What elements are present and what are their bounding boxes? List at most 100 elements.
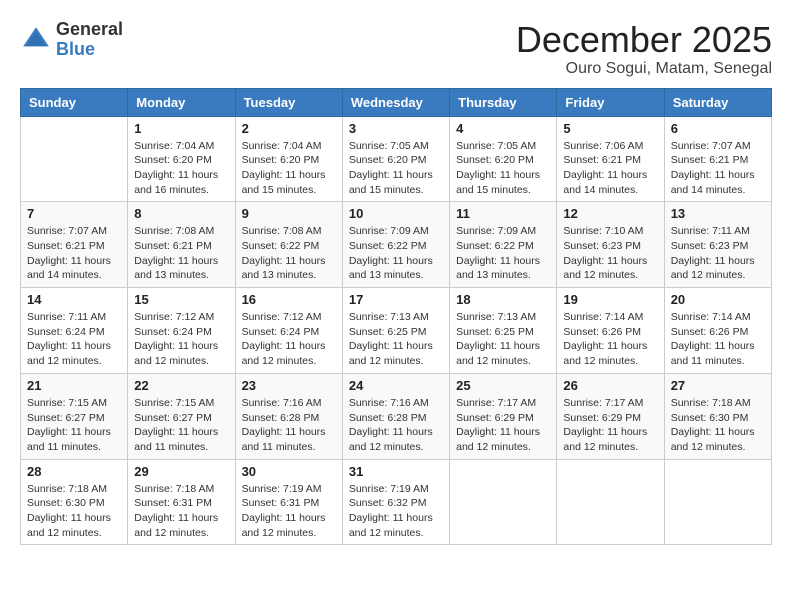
day-number: 30 (242, 464, 336, 479)
day-info: Sunrise: 7:14 AM Sunset: 6:26 PM Dayligh… (671, 310, 765, 369)
title-section: December 2025 Ouro Sogui, Matam, Senegal (516, 20, 772, 78)
day-info: Sunrise: 7:18 AM Sunset: 6:31 PM Dayligh… (134, 482, 228, 541)
day-info: Sunrise: 7:08 AM Sunset: 6:22 PM Dayligh… (242, 224, 336, 283)
day-info: Sunrise: 7:16 AM Sunset: 6:28 PM Dayligh… (242, 396, 336, 455)
table-row (21, 116, 128, 202)
day-info: Sunrise: 7:18 AM Sunset: 6:30 PM Dayligh… (27, 482, 121, 541)
table-row: 18Sunrise: 7:13 AM Sunset: 6:25 PM Dayli… (450, 288, 557, 374)
day-number: 11 (456, 206, 550, 221)
day-number: 4 (456, 121, 550, 136)
location-subtitle: Ouro Sogui, Matam, Senegal (516, 60, 772, 78)
day-number: 8 (134, 206, 228, 221)
day-number: 7 (27, 206, 121, 221)
day-info: Sunrise: 7:13 AM Sunset: 6:25 PM Dayligh… (349, 310, 443, 369)
header-wednesday: Wednesday (342, 88, 449, 116)
day-info: Sunrise: 7:17 AM Sunset: 6:29 PM Dayligh… (563, 396, 657, 455)
table-row: 8 Sunrise: 7:08 AM Sunset: 6:21 PM Daylig… (128, 202, 235, 288)
header-monday: Monday (128, 88, 235, 116)
header-friday: Friday (557, 88, 664, 116)
day-info: Sunrise: 7:11 AM Sunset: 6:24 PM Dayligh… (27, 310, 121, 369)
table-row: 14 Sunrise: 7:11 AM Sunset: 6:24 PM Dayli… (21, 288, 128, 374)
table-row: 4 Sunrise: 7:05 AM Sunset: 6:20 PM Daylig… (450, 116, 557, 202)
day-number: 10 (349, 206, 443, 221)
header-thursday: Thursday (450, 88, 557, 116)
logo-icon (20, 24, 52, 56)
table-row: 6 Sunrise: 7:07 AM Sunset: 6:21 PM Daylig… (664, 116, 771, 202)
logo-text: General Blue (56, 20, 123, 60)
table-row: 12 Sunrise: 7:10 AM Sunset: 6:23 PM Dayli… (557, 202, 664, 288)
day-number: 1 (134, 121, 228, 136)
table-row: 1 Sunrise: 7:04 AM Sunset: 6:20 PM Daylig… (128, 116, 235, 202)
table-row: 23 Sunrise: 7:16 AM Sunset: 6:28 PM Dayli… (235, 373, 342, 459)
day-number: 6 (671, 121, 765, 136)
day-number: 27 (671, 378, 765, 393)
table-row (664, 459, 771, 545)
page-header: General Blue December 2025 Ouro Sogui, M… (20, 20, 772, 78)
table-row: 17 Sunrise: 7:13 AM Sunset: 6:25 PM Dayli… (342, 288, 449, 374)
table-row: 21 Sunrise: 7:15 AM Sunset: 6:27 PM Dayli… (21, 373, 128, 459)
day-info: Sunrise: 7:09 AM Sunset: 6:22 PM Dayligh… (349, 224, 443, 283)
day-number: 2 (242, 121, 336, 136)
table-row: 30 Sunrise: 7:19 AM Sunset: 6:31 PM Dayli… (235, 459, 342, 545)
table-row: 13Sunrise: 7:11 AM Sunset: 6:23 PM Dayli… (664, 202, 771, 288)
table-row: 15Sunrise: 7:12 AM Sunset: 6:24 PM Dayli… (128, 288, 235, 374)
table-row: 5 Sunrise: 7:06 AM Sunset: 6:21 PM Daylig… (557, 116, 664, 202)
header-saturday: Saturday (664, 88, 771, 116)
table-row: 24Sunrise: 7:16 AM Sunset: 6:28 PM Dayli… (342, 373, 449, 459)
calendar-week-row: 14 Sunrise: 7:11 AM Sunset: 6:24 PM Dayli… (21, 288, 772, 374)
table-row: 29Sunrise: 7:18 AM Sunset: 6:31 PM Dayli… (128, 459, 235, 545)
day-number: 17 (349, 292, 443, 307)
header-tuesday: Tuesday (235, 88, 342, 116)
day-info: Sunrise: 7:15 AM Sunset: 6:27 PM Dayligh… (27, 396, 121, 455)
day-info: Sunrise: 7:09 AM Sunset: 6:22 PM Dayligh… (456, 224, 550, 283)
day-number: 12 (563, 206, 657, 221)
table-row: 20 Sunrise: 7:14 AM Sunset: 6:26 PM Dayli… (664, 288, 771, 374)
table-row (557, 459, 664, 545)
calendar-week-row: 7Sunrise: 7:07 AM Sunset: 6:21 PM Daylig… (21, 202, 772, 288)
logo-blue: Blue (56, 39, 95, 59)
day-number: 28 (27, 464, 121, 479)
calendar-week-row: 21 Sunrise: 7:15 AM Sunset: 6:27 PM Dayli… (21, 373, 772, 459)
logo-general: General (56, 19, 123, 39)
day-number: 3 (349, 121, 443, 136)
day-number: 31 (349, 464, 443, 479)
table-row: 10 Sunrise: 7:09 AM Sunset: 6:22 PM Dayli… (342, 202, 449, 288)
day-number: 23 (242, 378, 336, 393)
day-info: Sunrise: 7:15 AM Sunset: 6:27 PM Dayligh… (134, 396, 228, 455)
day-number: 14 (27, 292, 121, 307)
day-info: Sunrise: 7:04 AM Sunset: 6:20 PM Dayligh… (242, 139, 336, 198)
day-number: 5 (563, 121, 657, 136)
day-number: 19 (563, 292, 657, 307)
table-row: 2 Sunrise: 7:04 AM Sunset: 6:20 PM Daylig… (235, 116, 342, 202)
day-info: Sunrise: 7:06 AM Sunset: 6:21 PM Dayligh… (563, 139, 657, 198)
day-info: Sunrise: 7:04 AM Sunset: 6:20 PM Dayligh… (134, 139, 228, 198)
table-row: 11 Sunrise: 7:09 AM Sunset: 6:22 PM Dayli… (450, 202, 557, 288)
calendar-header-row: Sunday Monday Tuesday Wednesday Thursday… (21, 88, 772, 116)
day-info: Sunrise: 7:14 AM Sunset: 6:26 PM Dayligh… (563, 310, 657, 369)
day-info: Sunrise: 7:18 AM Sunset: 6:30 PM Dayligh… (671, 396, 765, 455)
table-row: 28 Sunrise: 7:18 AM Sunset: 6:30 PM Dayli… (21, 459, 128, 545)
logo: General Blue (20, 20, 123, 60)
table-row (450, 459, 557, 545)
calendar-table: Sunday Monday Tuesday Wednesday Thursday… (20, 88, 772, 546)
day-info: Sunrise: 7:17 AM Sunset: 6:29 PM Dayligh… (456, 396, 550, 455)
day-info: Sunrise: 7:19 AM Sunset: 6:31 PM Dayligh… (242, 482, 336, 541)
day-info: Sunrise: 7:10 AM Sunset: 6:23 PM Dayligh… (563, 224, 657, 283)
table-row: 9 Sunrise: 7:08 AM Sunset: 6:22 PM Daylig… (235, 202, 342, 288)
month-year-title: December 2025 (516, 20, 772, 60)
day-number: 16 (242, 292, 336, 307)
day-info: Sunrise: 7:05 AM Sunset: 6:20 PM Dayligh… (456, 139, 550, 198)
table-row: 19 Sunrise: 7:14 AM Sunset: 6:26 PM Dayli… (557, 288, 664, 374)
table-row: 3Sunrise: 7:05 AM Sunset: 6:20 PM Daylig… (342, 116, 449, 202)
day-info: Sunrise: 7:16 AM Sunset: 6:28 PM Dayligh… (349, 396, 443, 455)
day-info: Sunrise: 7:12 AM Sunset: 6:24 PM Dayligh… (134, 310, 228, 369)
day-info: Sunrise: 7:08 AM Sunset: 6:21 PM Dayligh… (134, 224, 228, 283)
day-number: 25 (456, 378, 550, 393)
day-number: 21 (27, 378, 121, 393)
day-info: Sunrise: 7:07 AM Sunset: 6:21 PM Dayligh… (671, 139, 765, 198)
table-row: 26Sunrise: 7:17 AM Sunset: 6:29 PM Dayli… (557, 373, 664, 459)
table-row: 31Sunrise: 7:19 AM Sunset: 6:32 PM Dayli… (342, 459, 449, 545)
day-number: 9 (242, 206, 336, 221)
table-row: 16Sunrise: 7:12 AM Sunset: 6:24 PM Dayli… (235, 288, 342, 374)
day-number: 20 (671, 292, 765, 307)
